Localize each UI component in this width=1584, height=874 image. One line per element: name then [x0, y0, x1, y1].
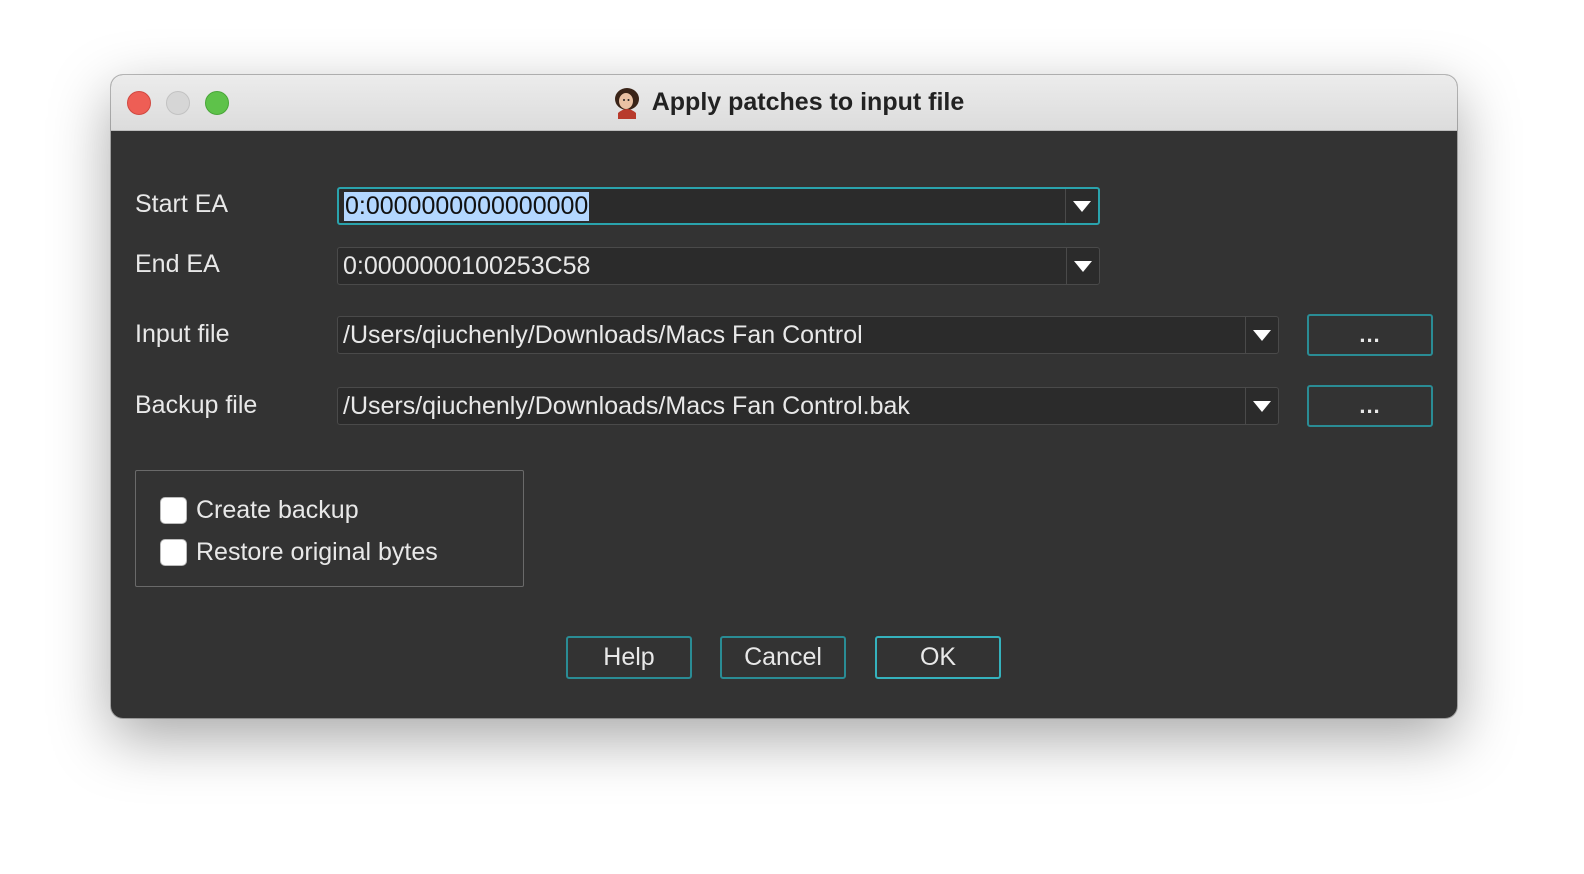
input-file-label: Input file	[135, 320, 230, 348]
input-file-combo[interactable]: /Users/qiuchenly/Downloads/Macs Fan Cont…	[337, 316, 1279, 354]
input-file-value[interactable]: /Users/qiuchenly/Downloads/Macs Fan Cont…	[343, 317, 863, 353]
start-ea-label: Start EA	[135, 190, 229, 218]
window-title: Apply patches to input file	[651, 88, 965, 116]
backup-file-browse-button[interactable]: ...	[1307, 385, 1433, 427]
end-ea-label: End EA	[135, 250, 220, 278]
options-group: Create backup Restore original bytes	[135, 470, 524, 587]
end-ea-value[interactable]: 0:0000000100253C58	[343, 248, 590, 284]
input-file-browse-button[interactable]: ...	[1307, 314, 1433, 356]
chevron-down-icon	[1074, 260, 1092, 272]
cancel-button[interactable]: Cancel	[720, 636, 846, 679]
chevron-down-icon	[1073, 200, 1091, 212]
start-ea-value[interactable]: 0:0000000000000000	[344, 191, 590, 221]
input-file-dropdown-button[interactable]	[1245, 317, 1278, 353]
create-backup-option[interactable]: Create backup	[160, 496, 359, 525]
backup-file-combo[interactable]: /Users/qiuchenly/Downloads/Macs Fan Cont…	[337, 387, 1279, 425]
ok-button[interactable]: OK	[875, 636, 1001, 679]
ida-pro-icon	[614, 87, 639, 119]
create-backup-checkbox[interactable]	[160, 497, 187, 524]
start-ea-value-wrap: 0:0000000000000000	[344, 189, 590, 223]
help-button[interactable]: Help	[566, 636, 692, 679]
start-ea-combo[interactable]: 0:0000000000000000	[337, 187, 1100, 225]
restore-original-option[interactable]: Restore original bytes	[160, 538, 438, 567]
restore-original-checkbox[interactable]	[160, 539, 187, 566]
restore-original-label[interactable]: Restore original bytes	[196, 538, 438, 567]
end-ea-combo[interactable]: 0:0000000100253C58	[337, 247, 1100, 285]
title-group: Apply patches to input file	[111, 75, 1457, 130]
start-ea-dropdown-button[interactable]	[1065, 189, 1098, 223]
backup-file-label: Backup file	[135, 391, 258, 419]
title-bar[interactable]: Apply patches to input file	[111, 75, 1457, 131]
backup-file-value[interactable]: /Users/qiuchenly/Downloads/Macs Fan Cont…	[343, 388, 910, 424]
chevron-down-icon	[1253, 329, 1271, 341]
apply-patches-dialog: Apply patches to input file Start EA 0:0…	[111, 75, 1457, 718]
backup-file-dropdown-button[interactable]	[1245, 388, 1278, 424]
create-backup-label[interactable]: Create backup	[196, 496, 359, 525]
end-ea-dropdown-button[interactable]	[1066, 248, 1099, 284]
chevron-down-icon	[1253, 400, 1271, 412]
